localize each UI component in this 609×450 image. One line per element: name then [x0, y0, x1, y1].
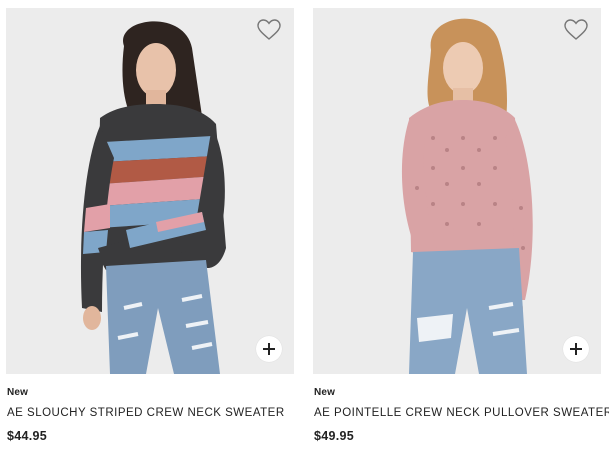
product-grid: New AE SLOUCHY STRIPED CREW NECK SWEATER… [0, 0, 609, 450]
quick-add-button[interactable] [256, 336, 282, 362]
heart-outline-icon [564, 19, 588, 40]
product-price: $44.95 [7, 429, 48, 443]
heart-outline-icon [257, 19, 281, 40]
product-name-link[interactable]: AE POINTELLE CREW NECK PULLOVER SWEATER [314, 407, 609, 419]
plus-icon [263, 343, 275, 355]
product-image[interactable] [6, 8, 294, 374]
product-photo-illustration [6, 8, 294, 374]
favorite-button[interactable] [563, 18, 589, 42]
quick-add-button[interactable] [563, 336, 589, 362]
product-card: New AE POINTELLE CREW NECK PULLOVER SWEA… [313, 8, 609, 448]
new-badge: New [7, 387, 29, 398]
new-badge: New [314, 387, 336, 398]
plus-icon [570, 343, 582, 355]
product-price: $49.95 [314, 429, 355, 443]
product-name-link[interactable]: AE SLOUCHY STRIPED CREW NECK SWEATER [7, 407, 285, 419]
favorite-button[interactable] [256, 18, 282, 42]
product-card: New AE SLOUCHY STRIPED CREW NECK SWEATER… [6, 8, 294, 448]
product-photo-illustration [313, 8, 601, 374]
product-image[interactable] [313, 8, 601, 374]
